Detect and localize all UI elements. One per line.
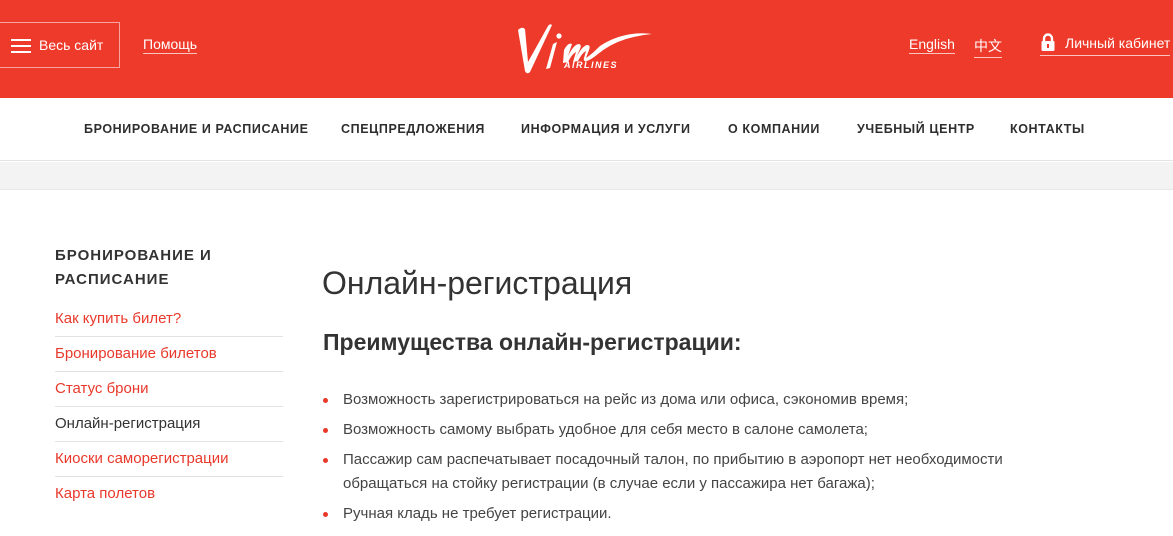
nav-item-booking-schedule[interactable]: БРОНИРОВАНИЕ И РАСПИСАНИЕ	[84, 122, 309, 136]
logo-graphic: AIRLINES	[518, 24, 652, 74]
list-item: Возможность самому выбрать удобное для с…	[322, 418, 1082, 442]
help-link[interactable]: Помощь	[143, 36, 198, 54]
lock-icon	[1041, 33, 1055, 51]
list-item: Ручная кладь не требует регистрации.	[322, 502, 1082, 526]
sidebar-item-ticket-booking[interactable]: Бронирование билетов	[55, 337, 283, 372]
bullet-dot-icon	[323, 428, 328, 433]
all-site-menu-label: Весь сайт	[39, 37, 104, 53]
sidebar-heading-line2: РАСПИСАНИЕ	[55, 271, 170, 288]
breadcrumb-band	[0, 162, 1173, 190]
benefit-text: Возможность самому выбрать удобное для с…	[343, 421, 868, 438]
sidebar-heading: БРОНИРОВАНИЕ И РАСПИСАНИЕ	[55, 244, 212, 292]
personal-cabinet-link[interactable]: Личный кабинет	[1040, 33, 1171, 56]
benefits-subtitle: Преимущества онлайн-регистрации:	[323, 329, 742, 355]
sidebar-menu: Как купить билет? Бронирование билетов С…	[55, 302, 283, 512]
nav-item-info-services[interactable]: ИНФОРМАЦИЯ И УСЛУГИ	[521, 122, 691, 136]
language-english-link[interactable]: English	[909, 36, 955, 54]
sidebar-item-self-checkin-kiosks[interactable]: Киоски саморегистрации	[55, 442, 283, 477]
sidebar-item-online-checkin[interactable]: Онлайн-регистрация	[55, 407, 283, 442]
list-item: Пассажир сам распечатывает посадочный та…	[322, 448, 1082, 496]
main-navigation: БРОНИРОВАНИЕ И РАСПИСАНИЕ СПЕЦПРЕДЛОЖЕНИ…	[0, 98, 1173, 161]
bullet-dot-icon	[323, 512, 328, 517]
sidebar-item-how-to-buy[interactable]: Как купить билет?	[55, 302, 283, 337]
sidebar-item-booking-status[interactable]: Статус брони	[55, 372, 283, 407]
nav-item-training-center[interactable]: УЧЕБНЫЙ ЦЕНТР	[857, 122, 975, 136]
hamburger-icon	[11, 38, 31, 53]
bullet-dot-icon	[323, 398, 328, 403]
top-header: Весь сайт Помощь AIRLINES English 中文 Лич…	[0, 0, 1173, 98]
benefit-text: Возможность зарегистрироваться на рейс и…	[343, 391, 909, 408]
nav-item-about-company[interactable]: О КОМПАНИИ	[728, 122, 820, 136]
benefit-text: Пассажир сам распечатывает посадочный та…	[343, 451, 1003, 492]
benefits-list: Возможность зарегистрироваться на рейс и…	[322, 388, 1082, 532]
svg-text:AIRLINES: AIRLINES	[563, 60, 618, 70]
vim-airlines-logo[interactable]: AIRLINES	[512, 16, 658, 78]
page-title: Онлайн-регистрация	[322, 265, 633, 301]
list-item: Возможность зарегистрироваться на рейс и…	[322, 388, 1082, 412]
all-site-menu-button[interactable]: Весь сайт	[0, 22, 120, 68]
language-chinese-link[interactable]: 中文	[974, 36, 1002, 58]
sidebar-heading-line1: БРОНИРОВАНИЕ И	[55, 247, 212, 264]
benefit-text: Ручная кладь не требует регистрации.	[343, 505, 612, 522]
bullet-dot-icon	[323, 458, 328, 463]
sidebar-item-route-map[interactable]: Карта полетов	[55, 477, 283, 512]
nav-item-contacts[interactable]: КОНТАКТЫ	[1010, 122, 1085, 136]
personal-cabinet-label: Личный кабинет	[1065, 35, 1171, 51]
nav-item-special-offers[interactable]: СПЕЦПРЕДЛОЖЕНИЯ	[341, 122, 485, 136]
